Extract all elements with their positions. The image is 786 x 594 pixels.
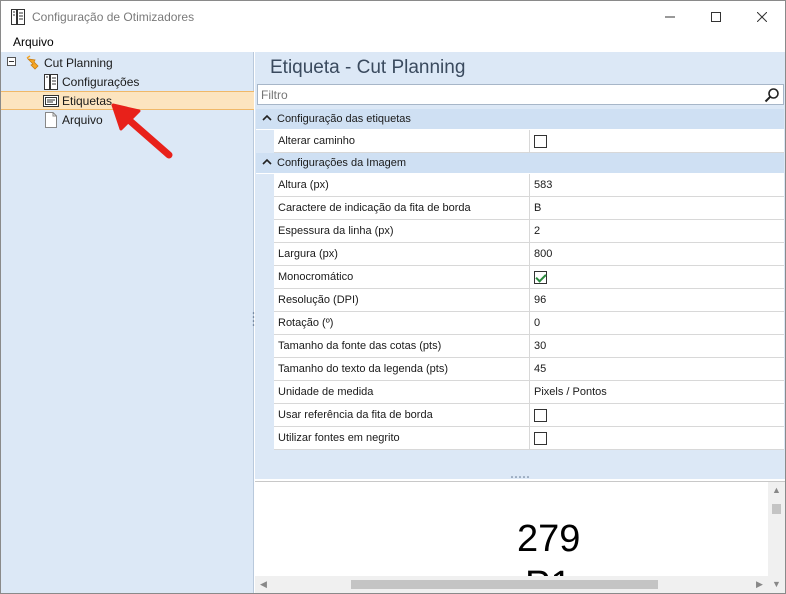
- page-title: Etiqueta - Cut Planning: [270, 57, 466, 78]
- settings-panel: Etiqueta - Cut Planning Configuração das…: [255, 52, 785, 479]
- horizontal-splitter-grip[interactable]: [510, 475, 530, 479]
- preview-horizontal-scrollbar[interactable]: ◀ ▶: [255, 576, 768, 593]
- minimize-icon: [665, 16, 675, 18]
- property-row: Monocromático: [256, 266, 784, 289]
- property-row: Rotação (º) 0: [256, 312, 784, 335]
- maximize-icon: [711, 12, 721, 22]
- property-row: Espessura da linha (px) 2: [256, 220, 784, 243]
- label-icon: [43, 94, 59, 107]
- property-name: Altura (px): [274, 174, 530, 197]
- vertical-scroll-thumb[interactable]: [772, 504, 781, 514]
- filter-input[interactable]: [258, 85, 758, 104]
- settings-doc-icon: [44, 73, 58, 90]
- property-value[interactable]: 0: [530, 312, 784, 335]
- property-grid: Configuração das etiquetas Alterar camin…: [256, 109, 784, 450]
- property-row: Unidade de medida Pixels / Pontos: [256, 381, 784, 404]
- property-name: Largura (px): [274, 243, 530, 266]
- scroll-left-icon[interactable]: ◀: [259, 580, 268, 589]
- filter-box: [257, 84, 784, 105]
- property-name: Utilizar fontes em negrito: [274, 427, 530, 450]
- property-value[interactable]: 583: [530, 174, 784, 197]
- property-name: Usar referência da fita de borda: [274, 404, 530, 427]
- property-name: Tamanho da fonte das cotas (pts): [274, 335, 530, 358]
- usar-referencia-checkbox[interactable]: [534, 408, 547, 422]
- menu-bar: Arquivo: [1, 33, 785, 52]
- property-name: Alterar caminho: [274, 130, 530, 153]
- window-title: Configuração de Otimizadores: [32, 10, 195, 24]
- property-value[interactable]: 30: [530, 335, 784, 358]
- property-value[interactable]: 2: [530, 220, 784, 243]
- property-name: Unidade de medida: [274, 381, 530, 404]
- property-value[interactable]: 800: [530, 243, 784, 266]
- property-value[interactable]: Pixels / Pontos: [530, 381, 784, 404]
- tree-item-configuracoes[interactable]: Configurações: [43, 72, 139, 91]
- minimize-button[interactable]: [647, 1, 693, 33]
- tree-item-label: Cut Planning: [44, 55, 113, 70]
- property-name: Caractere de indicação da fita de borda: [274, 197, 530, 220]
- group-header-configuracoes-imagem[interactable]: Configurações da Imagem: [256, 153, 784, 174]
- scroll-down-icon[interactable]: ▼: [772, 580, 781, 589]
- scroll-up-icon[interactable]: ▲: [772, 486, 781, 495]
- collapse-toggle-icon[interactable]: [7, 57, 16, 66]
- property-row: Resolução (DPI) 96: [256, 289, 784, 312]
- property-row: Usar referência da fita de borda: [256, 404, 784, 427]
- scroll-right-icon[interactable]: ▶: [755, 580, 764, 589]
- property-row: Tamanho do texto da legenda (pts) 45: [256, 358, 784, 381]
- tree-item-cut-planning[interactable]: Cut Planning: [25, 53, 113, 72]
- preview-vertical-scrollbar[interactable]: ▲: [768, 482, 785, 577]
- tree-item-label: Configurações: [62, 74, 140, 89]
- property-value[interactable]: 45: [530, 358, 784, 381]
- property-name: Resolução (DPI): [274, 289, 530, 312]
- group-header-configuracao-etiquetas[interactable]: Configuração das etiquetas: [256, 109, 784, 130]
- tree-item-arquivo[interactable]: Arquivo: [43, 110, 103, 129]
- app-window: Configuração de Otimizadores Arquivo Cut…: [0, 0, 786, 594]
- scroll-corner: ▼: [768, 576, 785, 593]
- property-row: Altura (px) 583: [256, 174, 784, 197]
- alterar-caminho-checkbox[interactable]: [534, 134, 547, 148]
- fontes-negrito-checkbox[interactable]: [534, 431, 547, 445]
- property-row: Tamanho da fonte das cotas (pts) 30: [256, 335, 784, 358]
- group-title: Configurações da Imagem: [277, 157, 407, 169]
- search-icon[interactable]: [764, 87, 780, 103]
- property-row: Utilizar fontes em negrito: [256, 427, 784, 450]
- menu-arquivo[interactable]: Arquivo: [13, 35, 54, 49]
- close-button[interactable]: [739, 1, 785, 33]
- property-value[interactable]: B: [530, 197, 784, 220]
- property-name: Monocromático: [274, 266, 530, 289]
- tree-item-label: Etiquetas: [62, 93, 113, 108]
- property-row: Largura (px) 800: [256, 243, 784, 266]
- annotation-arrow: [111, 103, 173, 159]
- close-icon: [757, 12, 767, 22]
- monocromatico-checkbox[interactable]: [534, 270, 547, 284]
- chevron-up-icon: [262, 158, 272, 165]
- label-preview: 279 P1 ▲ ◀ ▶ ▼: [255, 481, 785, 593]
- pointer-hand-icon: [26, 54, 39, 70]
- tree-item-label: Arquivo: [62, 112, 103, 127]
- property-row: Caractere de indicação da fita de borda …: [256, 197, 784, 220]
- maximize-button[interactable]: [693, 1, 739, 33]
- property-name: Tamanho do texto da legenda (pts): [274, 358, 530, 381]
- title-bar: Configuração de Otimizadores: [1, 1, 785, 33]
- chevron-up-icon: [262, 114, 272, 121]
- preview-dimension-text: 279: [517, 518, 581, 560]
- group-title: Configuração das etiquetas: [277, 113, 411, 125]
- property-name: Espessura da linha (px): [274, 220, 530, 243]
- property-name: Rotação (º): [274, 312, 530, 335]
- property-value[interactable]: 96: [530, 289, 784, 312]
- app-icon: [11, 9, 25, 25]
- horizontal-scroll-thumb[interactable]: [351, 580, 658, 589]
- file-icon: [45, 111, 57, 128]
- property-row: Alterar caminho: [256, 130, 784, 153]
